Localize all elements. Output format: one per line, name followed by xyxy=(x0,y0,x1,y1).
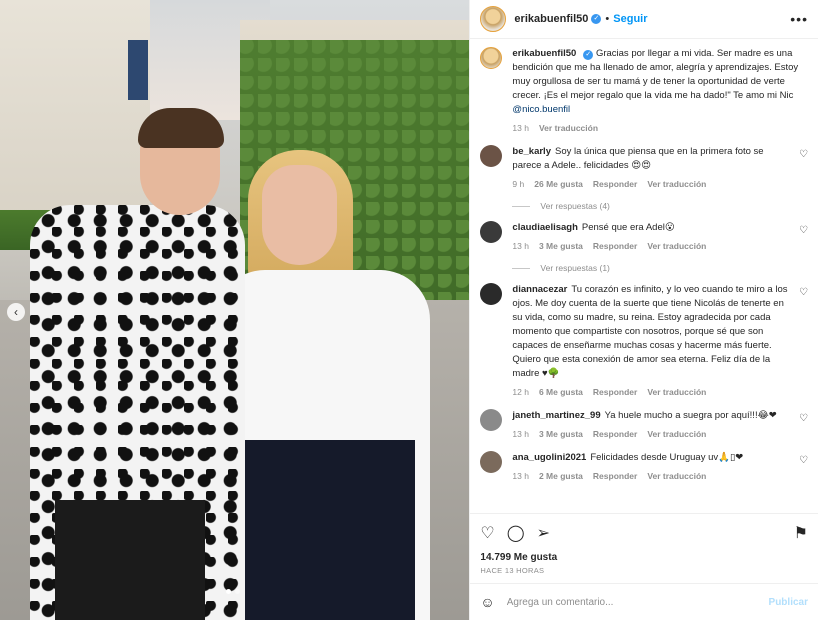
view-replies-label[interactable]: Ver respuestas (1) xyxy=(540,263,609,273)
carousel-dot xyxy=(235,589,240,594)
comment-text: Tu corazón es infinito, y lo veo cuando … xyxy=(512,284,788,379)
heart-icon[interactable]: ♡ xyxy=(794,455,808,466)
view-replies-label[interactable]: Ver respuestas (4) xyxy=(540,201,609,211)
heart-icon[interactable]: ♡ xyxy=(794,413,808,424)
emoji-icon[interactable]: ☺ xyxy=(480,594,494,610)
translate-link[interactable]: Ver traducción xyxy=(647,385,706,399)
separator: • xyxy=(605,13,610,25)
comment-username[interactable]: janeth_martinez_99 xyxy=(512,410,600,421)
more-options-icon[interactable]: ••• xyxy=(790,11,808,27)
comment: ana_ugolini2021 Felicidades desde Uruguay… xyxy=(480,451,808,483)
building-left xyxy=(0,0,150,230)
translate-link[interactable]: Ver traducción xyxy=(647,469,706,483)
comment-username[interactable]: ana_ugolini2021 xyxy=(512,452,586,463)
comments-list[interactable]: erikabuenfil50 ✓ Gracias por llegar a mi … xyxy=(470,39,818,513)
man-hair xyxy=(138,108,224,148)
view-replies[interactable]: Ver respuestas (1) xyxy=(512,263,808,273)
verified-badge-icon: ✓ xyxy=(583,50,594,60)
avatar[interactable] xyxy=(480,47,503,69)
comment-username[interactable]: claudiaelisagh xyxy=(512,222,577,233)
header-username[interactable]: erikabuenfil50 xyxy=(514,13,588,25)
man-pants xyxy=(55,500,205,620)
carousel-dots xyxy=(226,589,240,594)
share-icon[interactable]: ➢ xyxy=(537,523,550,543)
comment-time: 13 h xyxy=(512,429,529,439)
comment-time: 12 h xyxy=(512,387,529,397)
add-comment-bar: ☺ Publicar xyxy=(470,583,818,620)
post-panel: erikabuenfil50 ✓ • Seguir ••• erikabuenf… xyxy=(469,0,818,620)
divider xyxy=(512,267,531,269)
verified-badge-icon: ✓ xyxy=(591,14,602,24)
woman-face xyxy=(262,165,337,265)
avatar[interactable] xyxy=(480,145,503,167)
heart-icon[interactable]: ♡ xyxy=(794,287,808,298)
post-timestamp: HACE 13 HORAS xyxy=(480,566,545,575)
bookmark-icon[interactable]: ⚑ xyxy=(794,523,808,543)
divider xyxy=(512,205,531,207)
heart-icon[interactable]: ♡ xyxy=(480,523,494,543)
comment-username[interactable]: diannacezar xyxy=(512,284,567,295)
comment: diannacezar Tu corazón es infinito, y lo … xyxy=(480,283,808,399)
comment-likes[interactable]: 2 Me gusta xyxy=(539,469,583,483)
post-dialog: ‹ erikabuenfil50 ✓ • Seguir ••• erikabue… xyxy=(0,0,818,620)
prev-photo-button[interactable]: ‹ xyxy=(7,303,25,321)
chevron-left-icon: ‹ xyxy=(14,305,18,319)
comment-likes[interactable]: 26 Me gusta xyxy=(534,177,583,191)
comment-time: 13 h xyxy=(512,471,529,481)
post-header: erikabuenfil50 ✓ • Seguir ••• xyxy=(470,0,818,39)
comment-text: Pensé que era Adel😮 xyxy=(581,222,675,233)
carousel-dot xyxy=(226,589,231,594)
translate-link[interactable]: Ver traducción xyxy=(647,239,706,253)
heart-icon[interactable]: ♡ xyxy=(794,149,808,160)
view-replies[interactable]: Ver respuestas (4) xyxy=(512,201,808,211)
translate-link[interactable]: Ver traducción xyxy=(539,121,598,135)
post-button[interactable]: Publicar xyxy=(769,597,808,608)
comment-username[interactable]: be_karly xyxy=(512,146,551,157)
comment-text: Felicidades desde Uruguay uv🙏▯❤ xyxy=(590,452,744,463)
avatar[interactable] xyxy=(480,283,503,305)
caption-time: 13 h xyxy=(512,123,529,133)
comment-icon[interactable]: ◯ xyxy=(507,523,525,543)
follow-button[interactable]: Seguir xyxy=(613,13,647,25)
avatar[interactable] xyxy=(480,221,503,243)
avatar[interactable] xyxy=(480,451,503,473)
comment-text: Ya huele mucho a suegra por aquí!!!😂❤ xyxy=(604,410,777,421)
translate-link[interactable]: Ver traducción xyxy=(647,427,706,441)
comment: claudiaelisagh Pensé que era Adel😮 13 h 3… xyxy=(480,221,808,253)
caption: erikabuenfil50 ✓ Gracias por llegar a mi … xyxy=(480,47,808,135)
caption-username[interactable]: erikabuenfil50 xyxy=(512,48,576,59)
comment-time: 9 h xyxy=(512,179,525,189)
reply-button[interactable]: Responder xyxy=(593,177,637,191)
heart-icon[interactable]: ♡ xyxy=(794,225,808,236)
banner xyxy=(128,40,148,100)
woman-pants xyxy=(215,440,415,620)
comment-input[interactable] xyxy=(504,595,769,609)
likes-count[interactable]: 14.799 Me gusta xyxy=(470,552,818,563)
mention-link[interactable]: @nico.buenfil xyxy=(512,104,570,115)
comment-likes[interactable]: 3 Me gusta xyxy=(539,239,583,253)
comment-likes[interactable]: 6 Me gusta xyxy=(539,385,583,399)
reply-button[interactable]: Responder xyxy=(593,239,637,253)
post-photo[interactable]: ‹ xyxy=(0,0,470,620)
comment: janeth_martinez_99 Ya huele mucho a suegr… xyxy=(480,409,808,441)
comment: be_karly Soy la única que piensa que en l… xyxy=(480,145,808,191)
translate-link[interactable]: Ver traducción xyxy=(647,177,706,191)
avatar[interactable] xyxy=(480,409,503,431)
avatar[interactable] xyxy=(480,6,507,32)
reply-button[interactable]: Responder xyxy=(593,385,637,399)
comment-time: 13 h xyxy=(512,241,529,251)
action-bar: ♡ ◯ ➢ ⚑ xyxy=(470,513,818,552)
comment-likes[interactable]: 3 Me gusta xyxy=(539,427,583,441)
reply-button[interactable]: Responder xyxy=(593,469,637,483)
reply-button[interactable]: Responder xyxy=(593,427,637,441)
